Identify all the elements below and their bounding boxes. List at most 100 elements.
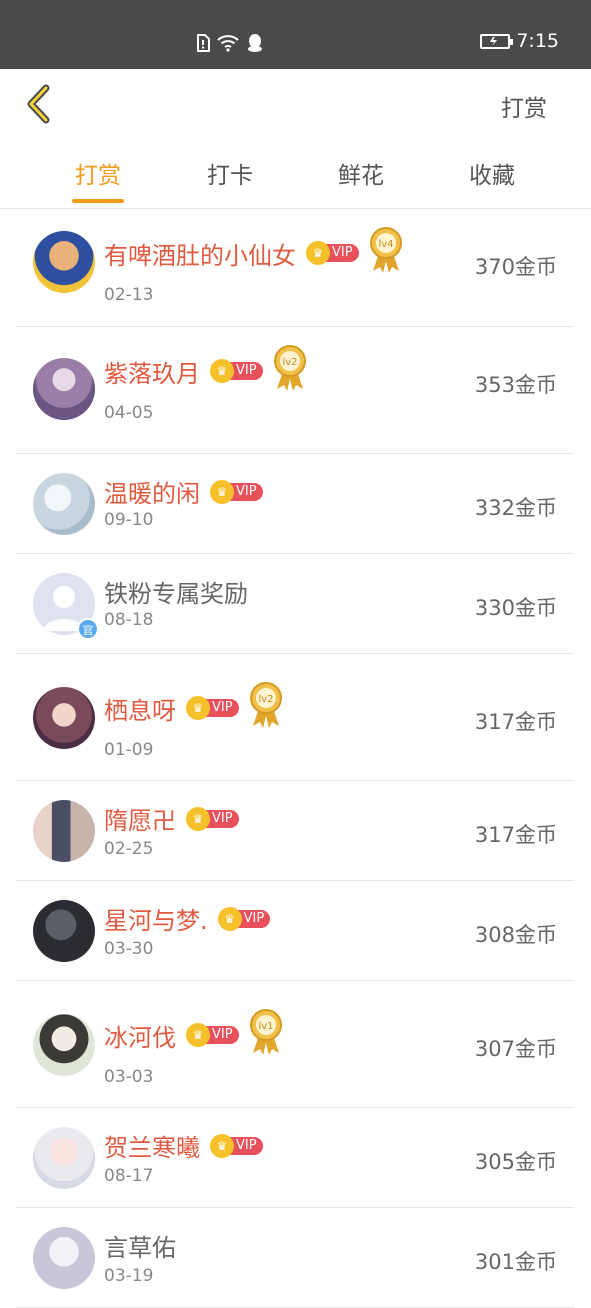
date: 01-09 — [104, 740, 154, 760]
vip-badge: ♛ VIP — [210, 1133, 263, 1158]
crown-icon: ♛ — [210, 479, 234, 504]
list-item[interactable]: 栖息呀 ♛ VIP lv2 01-09 317金币 — [0, 654, 591, 781]
level-medal-icon: lv1 — [249, 1009, 282, 1055]
vip-badge: ♛ VIP — [186, 806, 239, 831]
user-name: 铁粉专属奖励 — [104, 580, 248, 608]
wifi-icon — [217, 35, 239, 52]
user-name: 冰河伐 — [104, 1023, 176, 1052]
header: 打赏 — [0, 69, 591, 139]
name-line: 隋愿卍 ♛ VIP — [104, 801, 239, 836]
user-name: 言草佑 — [104, 1234, 176, 1262]
tab-flowers[interactable]: 鲜花 — [316, 156, 406, 190]
list-item[interactable]: 官 铁粉专属奖励 08-18 330金币 — [0, 554, 591, 654]
svg-text:lv1: lv1 — [258, 1021, 273, 1032]
list-item[interactable]: 紫落玖月 ♛ VIP lv2 04-05 353金币 — [0, 327, 591, 454]
svg-text:lv4: lv4 — [378, 239, 393, 250]
name-line: 冰河伐 ♛ VIP lv1 — [104, 1009, 285, 1057]
coin-amount: 317金币 — [474, 710, 557, 734]
user-name: 有啤酒肚的小仙女 — [104, 241, 296, 270]
active-tab-indicator — [72, 199, 124, 203]
coin-amount: 305金币 — [474, 1150, 557, 1174]
name-line: 温暖的闲 ♛ VIP — [104, 474, 263, 509]
date: 03-19 — [104, 1266, 154, 1286]
vip-badge: ♛ VIP — [306, 241, 359, 265]
date: 02-13 — [104, 285, 154, 305]
list-item[interactable]: 言草佑 03-19 301金币 — [0, 1208, 591, 1308]
svg-text:lv2: lv2 — [282, 357, 297, 368]
coin-amount: 370金币 — [474, 255, 557, 279]
coin-amount: 307金币 — [474, 1037, 557, 1061]
date: 08-18 — [104, 610, 154, 630]
crown-icon: ♛ — [186, 696, 210, 720]
name-line: 栖息呀 ♛ VIP lv2 — [104, 682, 285, 730]
user-name: 紫落玖月 — [104, 359, 200, 388]
qq-icon — [248, 34, 262, 52]
svg-text:lv2: lv2 — [258, 694, 273, 705]
crown-icon: ♛ — [210, 359, 234, 383]
list-item[interactable]: 温暖的闲 ♛ VIP 09-10 332金币 — [0, 454, 591, 554]
tab-bar: 打赏 打卡 鲜花 收藏 — [0, 148, 591, 209]
avatar — [33, 1127, 95, 1189]
coin-amount: 308金币 — [474, 923, 557, 947]
coin-amount: 330金币 — [474, 596, 557, 620]
crown-icon: ♛ — [186, 806, 210, 831]
avatar — [33, 900, 95, 962]
list-item[interactable]: 冰河伐 ♛ VIP lv1 03-03 307金币 — [0, 981, 591, 1108]
name-line: 星河与梦. ♛ VIP — [104, 901, 271, 936]
vip-badge: ♛ VIP — [210, 359, 263, 383]
name-line: 有啤酒肚的小仙女 ♛ VIP lv4 — [104, 227, 405, 275]
crown-icon: ♛ — [306, 241, 330, 265]
chevron-left-icon — [27, 84, 50, 124]
level-medal-icon: lv4 — [369, 227, 402, 273]
avatar — [33, 473, 95, 535]
list-item[interactable]: 星河与梦. ♛ VIP 03-30 308金币 — [0, 881, 591, 981]
tab-reward[interactable]: 打赏 — [53, 156, 143, 190]
coin-amount: 301金币 — [474, 1250, 557, 1274]
tab-checkin[interactable]: 打卡 — [185, 156, 275, 190]
user-name: 贺兰寒曦 — [104, 1134, 200, 1162]
list-item[interactable]: 贺兰寒曦 ♛ VIP 08-17 305金币 — [0, 1108, 591, 1208]
avatar — [33, 800, 95, 862]
date: 02-25 — [104, 839, 154, 859]
name-line: 贺兰寒曦 ♛ VIP — [104, 1128, 263, 1163]
name-line: 言草佑 — [104, 1228, 176, 1263]
date: 03-30 — [104, 939, 154, 959]
reward-list: 有啤酒肚的小仙女 ♛ VIP lv4 02-13 370金币 紫落玖月 ♛ VIP … — [0, 209, 591, 1308]
list-item[interactable]: 隋愿卍 ♛ VIP 02-25 317金币 — [0, 781, 591, 881]
status-time: 7:15 — [516, 30, 559, 52]
date: 09-10 — [104, 510, 154, 530]
level-medal-icon: lv2 — [249, 682, 282, 728]
user-name: 栖息呀 — [104, 696, 176, 725]
vip-badge: ♛ VIP — [210, 479, 263, 504]
avatar — [33, 358, 95, 420]
list-item[interactable]: 有啤酒肚的小仙女 ♛ VIP lv4 02-13 370金币 — [0, 209, 591, 327]
back-button[interactable] — [22, 83, 56, 125]
avatar — [33, 231, 95, 293]
vip-badge: ♛ VIP — [186, 1023, 239, 1047]
name-line: 紫落玖月 ♛ VIP lv2 — [104, 345, 309, 393]
date: 08-17 — [104, 1166, 154, 1186]
status-right: 7:15 — [480, 30, 559, 52]
avatar — [33, 1014, 95, 1076]
user-name: 星河与梦. — [104, 907, 208, 935]
level-medal-icon: lv2 — [273, 345, 306, 391]
coin-amount: 317金币 — [474, 823, 557, 847]
sim-card-icon — [197, 34, 210, 52]
crown-icon: ♛ — [210, 1133, 234, 1158]
crown-icon: ♛ — [217, 906, 242, 931]
user-name: 温暖的闲 — [104, 480, 200, 508]
official-badge: 官 — [77, 618, 99, 640]
name-line: 铁粉专属奖励 — [104, 574, 248, 609]
header-reward-button[interactable]: 打赏 — [501, 89, 547, 123]
tab-favorites[interactable]: 收藏 — [447, 156, 537, 190]
avatar — [33, 687, 95, 749]
status-bar: 7:15 — [0, 0, 591, 69]
user-name: 隋愿卍 — [104, 807, 176, 835]
vip-badge: ♛ VIP — [217, 906, 271, 931]
crown-icon: ♛ — [186, 1023, 210, 1047]
status-icons — [196, 32, 264, 54]
date: 03-03 — [104, 1067, 154, 1087]
coin-amount: 332金币 — [474, 496, 557, 520]
coin-amount: 353金币 — [474, 373, 557, 397]
vip-badge: ♛ VIP — [186, 696, 239, 720]
